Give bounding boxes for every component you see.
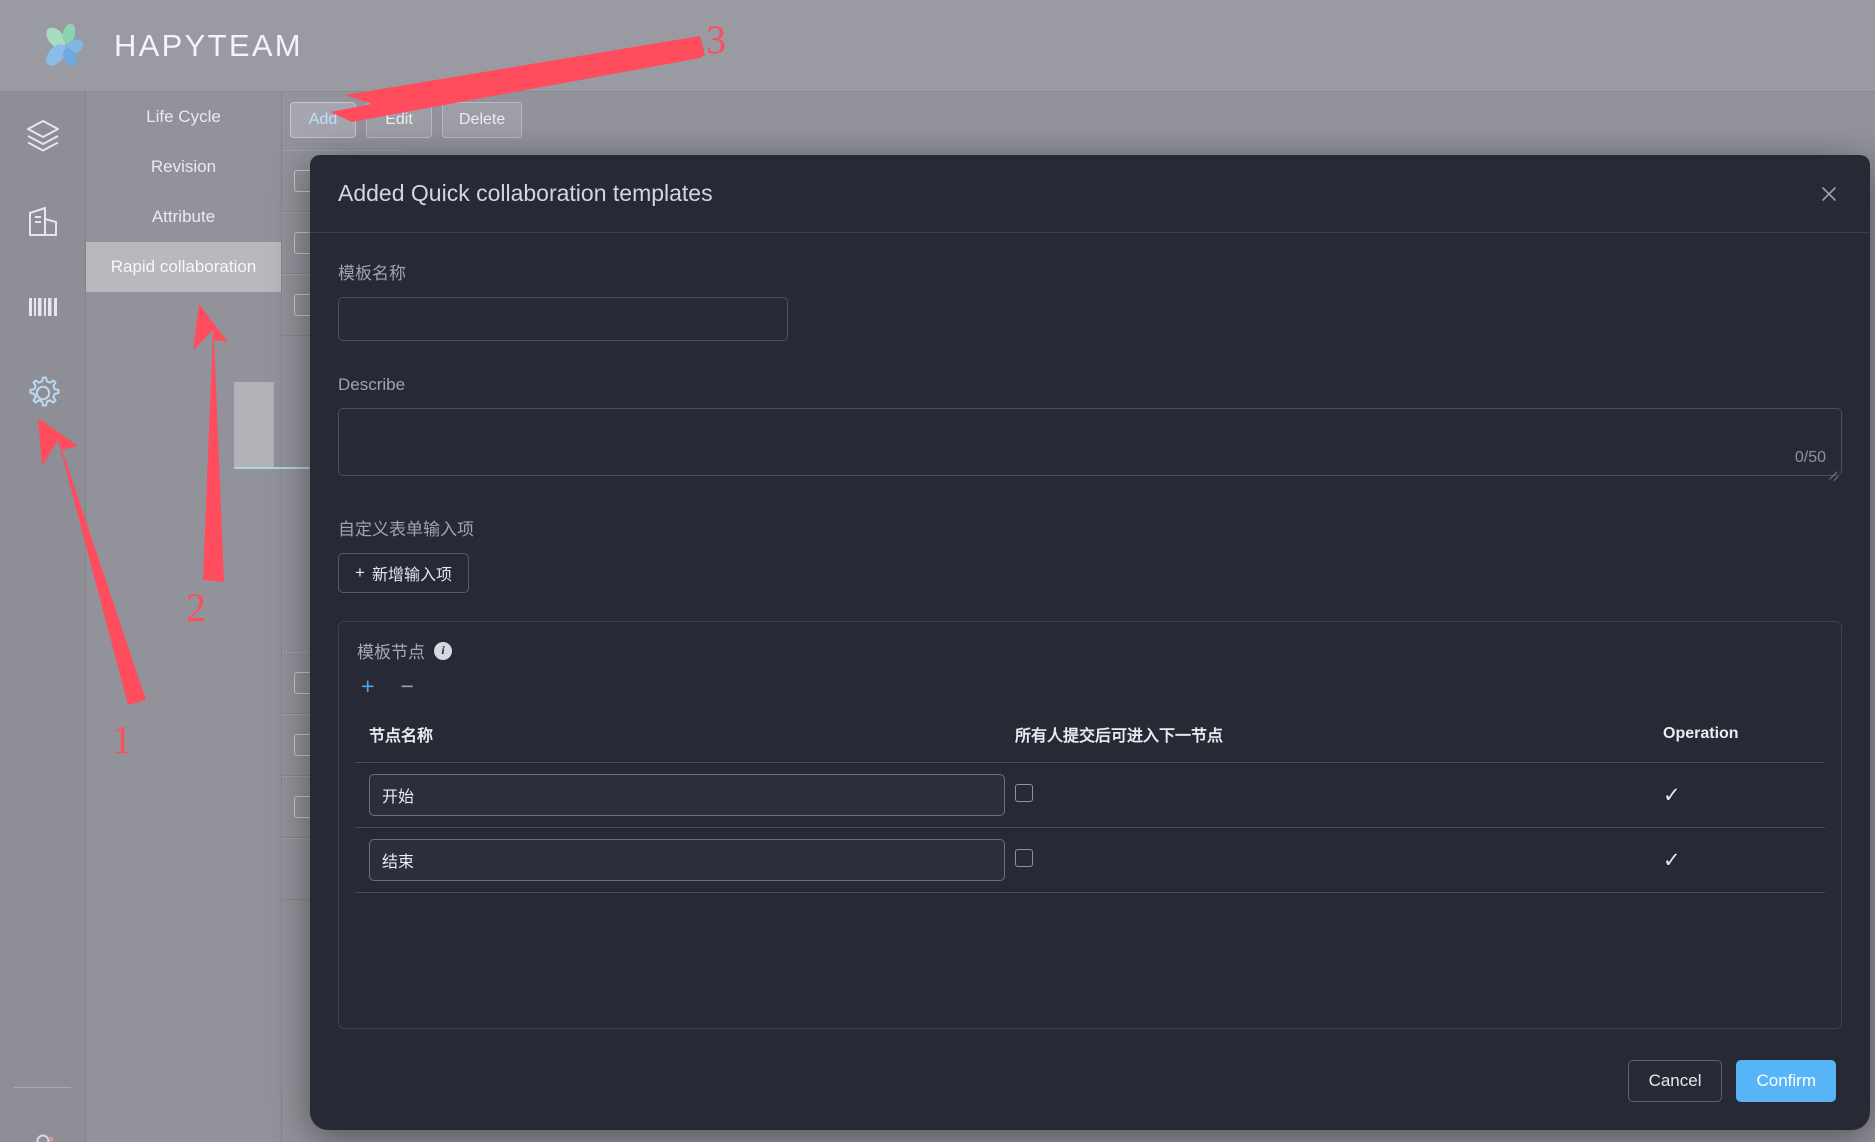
node-name-input[interactable] (369, 839, 1005, 881)
column-header-submit-flag: 所有人提交后可进入下一节点 (1015, 708, 1655, 763)
custom-form-inputs-label: 自定义表单输入项 (338, 520, 474, 539)
remove-node-icon[interactable]: − (400, 675, 413, 698)
column-header-node-name: 节点名称 (355, 708, 1015, 763)
barcode-icon[interactable] (0, 264, 86, 350)
describe-textarea[interactable] (338, 408, 1842, 476)
modal-footer: Cancel Confirm (310, 1038, 1870, 1130)
action-toolbar: Add Edit Delete (290, 102, 523, 138)
app-root: HAPYTEAM Life Cycle Revision Attribute R… (0, 0, 1875, 1142)
plus-icon: + (355, 563, 365, 582)
cancel-button[interactable]: Cancel (1627, 1060, 1723, 1102)
template-nodes-title: 模板节点 (357, 643, 425, 662)
secondary-sidebar: Life Cycle Revision Attribute Rapid coll… (86, 92, 282, 1142)
modal-header: Added Quick collaboration templates (310, 155, 1870, 233)
sidebar-item-attribute[interactable]: Attribute (86, 192, 281, 242)
flower-logo-icon (38, 20, 90, 72)
template-name-input[interactable] (338, 297, 788, 341)
describe-field-wrapper: 0/50 (338, 408, 1842, 481)
add-input-item-button[interactable]: + 新增输入项 (338, 553, 469, 593)
user-avatar-icon[interactable] (0, 1107, 86, 1142)
column-header-operation: Operation (1655, 708, 1825, 763)
node-name-input[interactable] (369, 774, 1005, 816)
add-template-modal: Added Quick collaboration templates 模板名称… (310, 155, 1870, 1130)
edit-button[interactable]: Edit (366, 102, 432, 138)
check-icon[interactable]: ✓ (1655, 784, 1681, 807)
background-block (234, 382, 274, 467)
confirm-button[interactable]: Confirm (1736, 1060, 1836, 1102)
layers-icon[interactable] (0, 92, 86, 178)
add-input-item-label: 新增输入项 (371, 567, 452, 584)
template-name-label: 模板名称 (338, 264, 406, 283)
gear-icon[interactable] (0, 350, 86, 436)
table-header-row: 节点名称 所有人提交后可进入下一节点 Operation (355, 708, 1825, 763)
sidebar-item-revision[interactable]: Revision (86, 142, 281, 192)
node-flag-checkbox[interactable] (1015, 848, 1033, 867)
modal-title: Added Quick collaboration templates (338, 180, 713, 206)
table-row: ✓ (355, 827, 1825, 893)
node-flag-checkbox[interactable] (1015, 783, 1033, 802)
rail-divider (14, 1087, 71, 1088)
add-node-icon[interactable]: + (361, 675, 374, 698)
modal-body: 模板名称 Describe 0/50 自定义表单输入项 + 新增输入项 模板节点 (310, 233, 1870, 1038)
brand-name: HAPYTEAM (114, 27, 303, 63)
add-button[interactable]: Add (290, 102, 356, 138)
close-icon[interactable] (1814, 179, 1844, 209)
table-row: ✓ (355, 762, 1825, 828)
node-tools: + − (355, 663, 1825, 708)
template-nodes-title-row: 模板节点 i (355, 638, 1825, 663)
info-icon[interactable]: i (434, 641, 452, 660)
sidebar-item-rapid-collaboration[interactable]: Rapid collaboration (86, 242, 281, 292)
brand-bar: HAPYTEAM (0, 0, 1875, 92)
sidebar-item-life-cycle[interactable]: Life Cycle (86, 92, 281, 142)
template-nodes-table: 节点名称 所有人提交后可进入下一节点 Operation 开始 ✓ 结束 ✓ (355, 708, 1825, 893)
check-icon[interactable]: ✓ (1655, 849, 1681, 872)
describe-label: Describe (338, 375, 406, 394)
icon-rail (0, 92, 86, 1142)
buildings-icon[interactable] (0, 178, 86, 264)
delete-button[interactable]: Delete (442, 102, 523, 138)
template-nodes-panel: 模板节点 i + − 节点名称 所有人提交后可进入下一节点 Operation (338, 621, 1842, 1029)
